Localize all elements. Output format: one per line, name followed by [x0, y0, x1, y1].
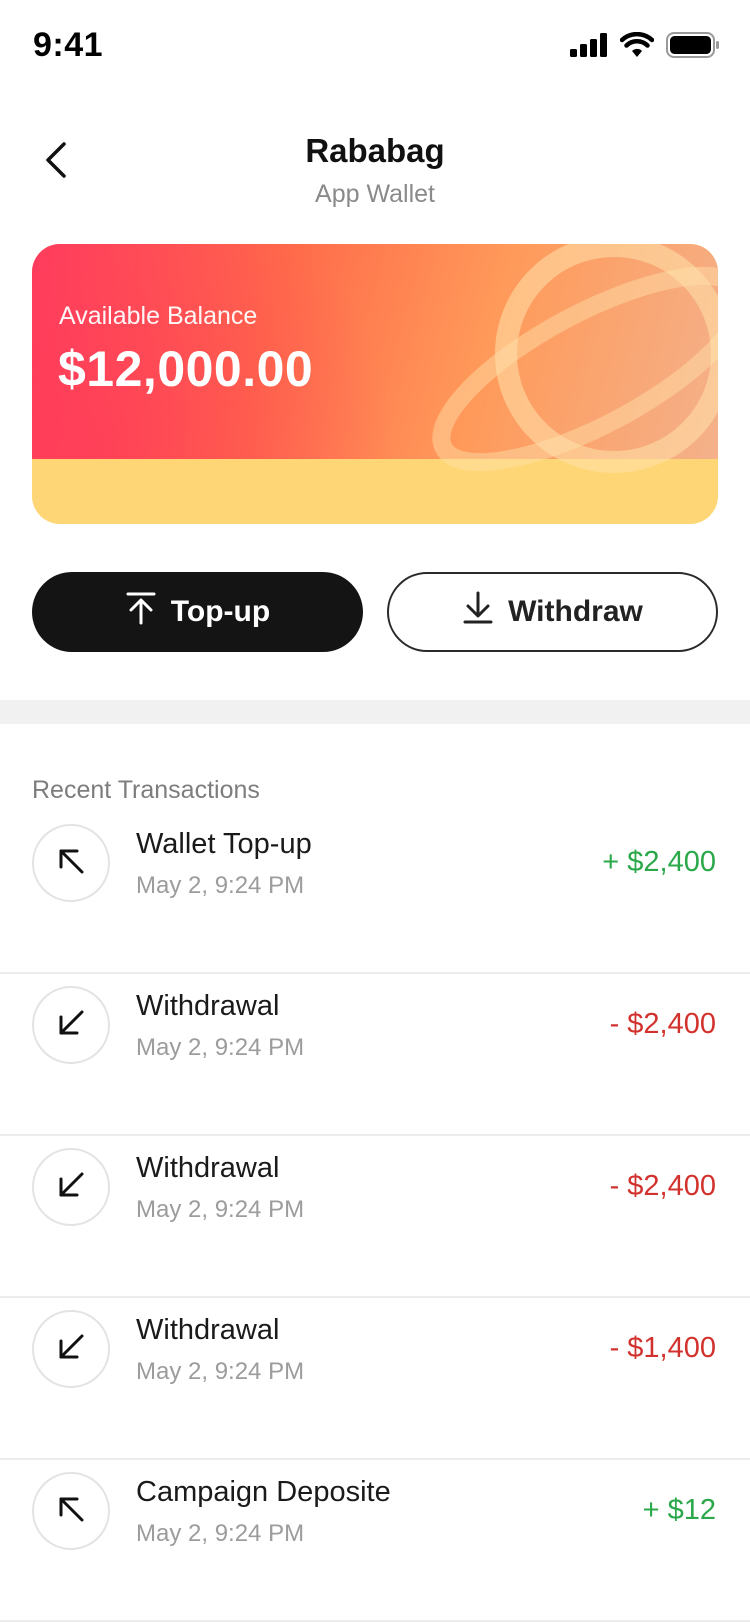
- transactions-list: Wallet Top-up May 2, 9:24 PM + $2,400 Wi…: [0, 812, 750, 1622]
- transaction-title: Campaign Deposite: [136, 1476, 391, 1508]
- status-bar: 9:41: [0, 0, 750, 96]
- transaction-row[interactable]: Withdrawal May 2, 9:24 PM - $2,400: [0, 1136, 750, 1298]
- balance-label: Available Balance: [59, 302, 258, 330]
- transaction-icon-circle: [32, 986, 110, 1064]
- transaction-title: Withdrawal: [136, 1152, 280, 1184]
- transaction-amount: - $1,400: [609, 1332, 716, 1364]
- transaction-amount: + $12: [642, 1494, 716, 1526]
- transaction-amount: - $2,400: [609, 1170, 716, 1202]
- arrow-down-left-icon: [56, 1008, 86, 1043]
- transaction-icon-circle: [32, 1148, 110, 1226]
- withdraw-button[interactable]: Withdraw: [387, 572, 718, 652]
- arrow-down-left-icon: [56, 1170, 86, 1205]
- section-divider: [0, 700, 750, 724]
- transaction-row[interactable]: Wallet Top-up May 2, 9:24 PM + $2,400: [0, 812, 750, 974]
- planet-icon: [422, 244, 718, 479]
- arrow-up-left-icon: [56, 1494, 86, 1529]
- transaction-icon-circle: [32, 1310, 110, 1388]
- balance-card-gradient: Available Balance $12,000.00: [32, 244, 718, 473]
- status-time: 9:41: [33, 26, 104, 64]
- arrow-down-left-icon: [56, 1332, 86, 1367]
- transaction-date: May 2, 9:24 PM: [136, 1358, 305, 1385]
- transaction-icon-circle: [32, 1472, 110, 1550]
- transaction-amount: - $2,400: [609, 1008, 716, 1040]
- transaction-row[interactable]: Withdrawal May 2, 9:24 PM - $1,400: [0, 1298, 750, 1460]
- transaction-title: Withdrawal: [136, 1314, 280, 1346]
- transaction-amount: + $2,400: [602, 846, 716, 878]
- withdraw-button-label: Withdraw: [508, 595, 643, 628]
- balance-amount: $12,000.00: [58, 341, 314, 397]
- transaction-date: May 2, 9:24 PM: [136, 872, 305, 899]
- page-subtitle: App Wallet: [315, 180, 435, 208]
- wifi-icon: [619, 31, 655, 63]
- transaction-date: May 2, 9:24 PM: [136, 1034, 305, 1061]
- status-icons: [570, 31, 720, 63]
- transaction-date: May 2, 9:24 PM: [136, 1196, 305, 1223]
- arrow-up-left-icon: [56, 846, 86, 881]
- download-icon: [462, 591, 494, 633]
- topup-button-label: Top-up: [170, 595, 271, 628]
- topup-button[interactable]: Top-up: [32, 572, 363, 652]
- signal-icon: [570, 33, 608, 62]
- transaction-date: May 2, 9:24 PM: [136, 1520, 305, 1547]
- page-title: Rababag: [305, 132, 445, 169]
- transaction-title: Wallet Top-up: [136, 828, 312, 860]
- balance-card: Available Balance $12,000.00: [32, 244, 718, 524]
- upload-icon: [125, 591, 157, 633]
- recent-transactions-title: Recent Transactions: [32, 776, 260, 804]
- transaction-title: Withdrawal: [136, 990, 280, 1022]
- transaction-row[interactable]: Withdrawal May 2, 9:24 PM - $2,400: [0, 974, 750, 1136]
- transaction-icon-circle: [32, 824, 110, 902]
- battery-icon: [666, 32, 720, 63]
- transaction-row[interactable]: Campaign Deposite May 2, 9:24 PM + $12: [0, 1460, 750, 1622]
